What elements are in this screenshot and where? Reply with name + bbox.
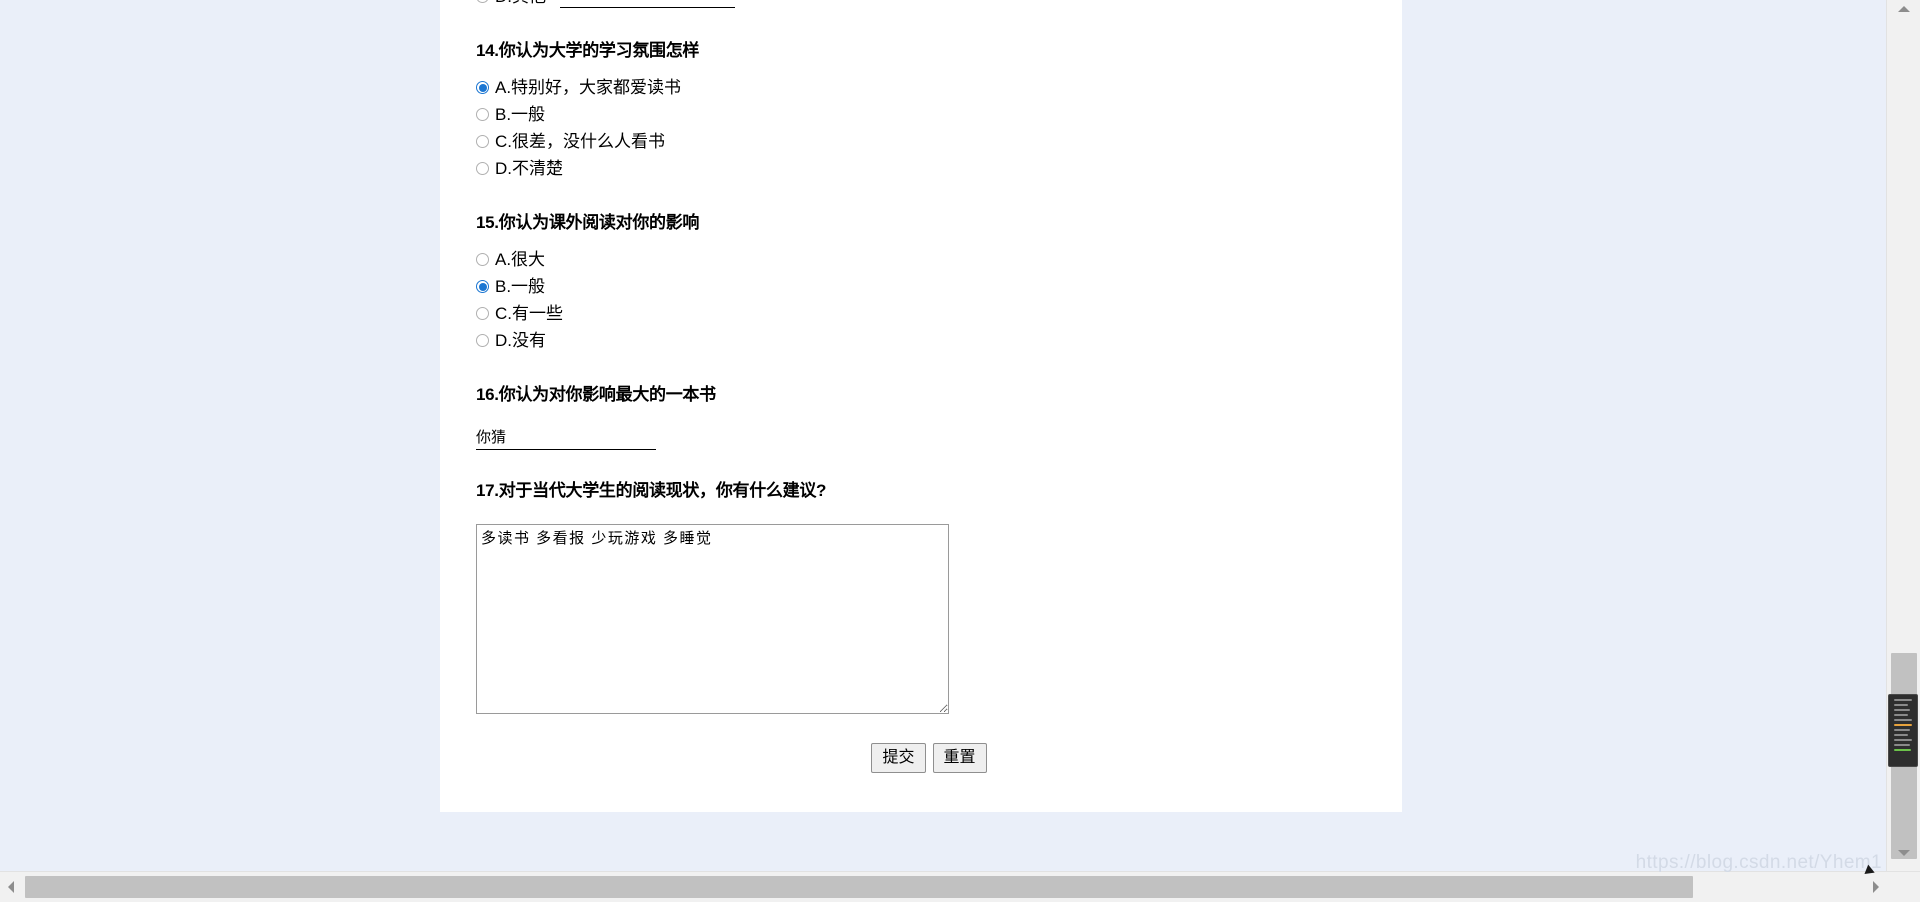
option-list: A.很大 B.一般 C.有一些 D.没有 bbox=[476, 246, 1382, 354]
browser-viewport: D.其他 14.你认为大学的学习氛围怎样 A.特别好，大家都爱读书 B.一般 bbox=[0, 0, 1920, 902]
question-title: 14.你认为大学的学习氛围怎样 bbox=[476, 41, 700, 60]
radio-icon[interactable] bbox=[476, 280, 489, 293]
option-label: D.不清楚 bbox=[495, 159, 563, 178]
minimap-line bbox=[1894, 744, 1910, 746]
question-14: 14.你认为大学的学习氛围怎样 A.特别好，大家都爱读书 B.一般 C.很差，没… bbox=[476, 40, 1382, 182]
question-15: 15.你认为课外阅读对你的影响 A.很大 B.一般 C.有一些 D.没有 bbox=[476, 212, 1382, 354]
option-list: A.特别好，大家都爱读书 B.一般 C.很差，没什么人看书 D.不清楚 bbox=[476, 74, 1382, 182]
other-text-input[interactable] bbox=[560, 0, 735, 8]
option-row[interactable]: D.没有 bbox=[476, 327, 1382, 354]
code-minimap-overlay[interactable] bbox=[1888, 694, 1918, 767]
chevron-left-icon bbox=[8, 881, 14, 893]
minimap-highlight-line bbox=[1894, 724, 1912, 726]
minimap-line bbox=[1894, 719, 1912, 721]
option-label: A.很大 bbox=[495, 250, 546, 269]
option-row[interactable]: A.特别好，大家都爱读书 bbox=[476, 74, 1382, 101]
reset-button[interactable]: 重置 bbox=[932, 743, 987, 773]
radio-icon[interactable] bbox=[476, 108, 489, 121]
vertical-scrollbar[interactable] bbox=[1886, 0, 1920, 902]
option-row[interactable]: A.很大 bbox=[476, 246, 1382, 273]
radio-icon[interactable] bbox=[476, 253, 489, 266]
suggestion-textarea[interactable] bbox=[476, 524, 949, 714]
option-row[interactable]: B.一般 bbox=[476, 101, 1382, 128]
minimap-line bbox=[1894, 709, 1910, 711]
option-row[interactable]: B.一般 bbox=[476, 273, 1382, 300]
option-row[interactable]: C.有一些 bbox=[476, 300, 1382, 327]
scroll-right-button[interactable] bbox=[1865, 872, 1887, 902]
option-label: C.很差，没什么人看书 bbox=[495, 132, 665, 151]
radio-icon[interactable] bbox=[476, 0, 489, 3]
question-17: 17.对于当代大学生的阅读现状，你有什么建议? bbox=[476, 480, 1382, 719]
survey-form-card: D.其他 14.你认为大学的学习氛围怎样 A.特别好，大家都爱读书 B.一般 bbox=[440, 0, 1402, 812]
option-row-other[interactable]: D.其他 bbox=[476, 0, 735, 10]
option-row[interactable]: C.很差，没什么人看书 bbox=[476, 128, 1382, 155]
scroll-down-button[interactable] bbox=[1887, 844, 1920, 862]
minimap-line bbox=[1894, 704, 1909, 706]
scroll-left-button[interactable] bbox=[0, 872, 22, 902]
option-label: A.特别好，大家都爱读书 bbox=[495, 78, 682, 97]
chevron-right-icon bbox=[1873, 881, 1879, 893]
horizontal-scrollbar[interactable] bbox=[0, 871, 1920, 902]
scrollbar-corner bbox=[1887, 872, 1920, 902]
chevron-up-icon bbox=[1897, 6, 1910, 12]
chevron-down-icon bbox=[1897, 850, 1910, 856]
option-label: D.其他 bbox=[495, 0, 546, 10]
option-label: B.一般 bbox=[495, 105, 546, 124]
option-label: D.没有 bbox=[495, 331, 546, 350]
form-actions: 提交 重置 bbox=[476, 743, 1382, 773]
submit-button[interactable]: 提交 bbox=[871, 743, 926, 773]
minimap-line bbox=[1894, 734, 1909, 736]
question-title: 15.你认为课外阅读对你的影响 bbox=[476, 213, 700, 232]
horizontal-scrollbar-thumb[interactable] bbox=[25, 876, 1693, 898]
question-title: 17.对于当代大学生的阅读现状，你有什么建议? bbox=[476, 481, 827, 500]
minimap-line bbox=[1894, 699, 1912, 701]
option-row[interactable]: D.不清楚 bbox=[476, 155, 1382, 182]
minimap-highlight-line bbox=[1894, 749, 1911, 751]
radio-icon[interactable] bbox=[476, 162, 489, 175]
question-title: 16.你认为对你影响最大的一本书 bbox=[476, 385, 716, 404]
favorite-book-input[interactable] bbox=[476, 428, 656, 450]
option-label: B.一般 bbox=[495, 277, 546, 296]
question-16: 16.你认为对你影响最大的一本书 bbox=[476, 384, 1382, 450]
radio-icon[interactable] bbox=[476, 334, 489, 347]
radio-icon[interactable] bbox=[476, 135, 489, 148]
radio-icon[interactable] bbox=[476, 307, 489, 320]
minimap-line bbox=[1894, 714, 1909, 716]
scroll-up-button[interactable] bbox=[1887, 0, 1920, 18]
minimap-line bbox=[1894, 729, 1910, 731]
radio-icon[interactable] bbox=[476, 81, 489, 94]
clipped-option-row: D.其他 bbox=[476, 0, 1382, 10]
minimap-line bbox=[1894, 739, 1912, 741]
option-label: C.有一些 bbox=[495, 304, 563, 323]
